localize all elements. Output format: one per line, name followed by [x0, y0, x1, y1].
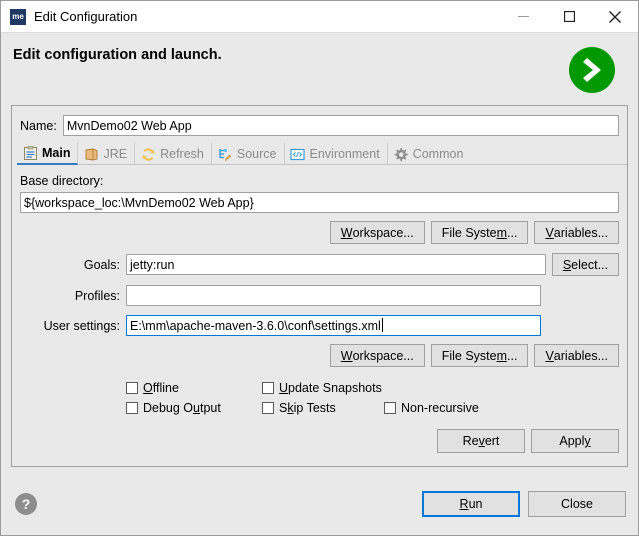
checkbox-debug-output[interactable]: Debug Output [126, 401, 248, 415]
base-directory-buttons: Workspace... File System... Variables... [20, 221, 619, 244]
checkbox-update-snapshots[interactable]: Update Snapshots [262, 381, 382, 395]
revert-apply-row: Revert Apply [12, 429, 627, 453]
header-title: Edit configuration and launch. [1, 33, 568, 63]
run-button[interactable]: Run [422, 491, 520, 517]
configuration-panel: Name: MvnDemo02 Web App Mai [11, 105, 628, 467]
maven-app-icon: me [10, 9, 26, 25]
tab-source-label: Source [237, 147, 277, 161]
edit-configuration-dialog: me Edit Configuration Edit configuration… [0, 0, 639, 536]
checkbox-offline-box[interactable] [126, 382, 138, 394]
close-button[interactable]: Close [528, 491, 626, 517]
name-input[interactable]: MvnDemo02 Web App [63, 115, 619, 136]
tab-refresh-label: Refresh [160, 147, 204, 161]
source-tree-icon [217, 146, 233, 162]
help-icon[interactable]: ? [15, 493, 37, 515]
user-settings-label: User settings: [20, 319, 120, 333]
goals-row: Goals: jetty:run Select... [20, 253, 619, 276]
main-clipboard-icon [22, 145, 38, 161]
jre-book-icon [83, 146, 99, 162]
tab-source[interactable]: Source [212, 143, 285, 165]
tab-main-label: Main [42, 146, 70, 160]
main-tab-form: Base directory: ${workspace_loc:\MvnDemo… [12, 165, 627, 415]
checkbox-offline[interactable]: Offline [126, 381, 248, 395]
checkbox-row-1: Offline Update Snapshots [126, 381, 619, 395]
checkbox-skip-tests-label: Skip Tests [279, 401, 336, 415]
tab-environment-label: Environment [310, 147, 380, 161]
checkbox-non-recursive-label: Non-recursive [401, 401, 479, 415]
tab-refresh[interactable]: Refresh [135, 143, 212, 165]
refresh-arrows-icon [140, 146, 156, 162]
base-directory-label: Base directory: [20, 174, 619, 188]
checkbox-update-snapshots-label: Update Snapshots [279, 381, 382, 395]
maximize-icon[interactable] [546, 1, 592, 32]
checkbox-debug-output-box[interactable] [126, 402, 138, 414]
user-settings-input[interactable]: E:\mm\apache-maven-3.6.0\conf\settings.x… [126, 315, 541, 336]
dialog-content: Name: MvnDemo02 Web App Mai [1, 105, 638, 473]
checkbox-debug-output-label: Debug Output [143, 401, 221, 415]
settings-workspace-button[interactable]: Workspace... [330, 344, 425, 367]
tab-environment[interactable]: Environment [285, 143, 388, 165]
goals-input[interactable]: jetty:run [126, 254, 546, 275]
goals-select-button[interactable]: Select... [552, 253, 619, 276]
user-settings-value: E:\mm\apache-maven-3.6.0\conf\settings.x… [130, 319, 381, 333]
base-file-system-button[interactable]: File System... [431, 221, 529, 244]
user-settings-buttons: Workspace... File System... Variables... [20, 344, 619, 367]
tab-common-label: Common [413, 147, 464, 161]
profiles-row: Profiles: [20, 285, 619, 306]
options-checkbox-group: Offline Update Snapshots Debug Output Sk… [126, 381, 619, 415]
title-bar: me Edit Configuration [1, 1, 638, 32]
text-caret [382, 318, 383, 332]
goals-label: Goals: [20, 258, 120, 272]
minimize-icon[interactable] [500, 1, 546, 32]
profiles-label: Profiles: [20, 289, 120, 303]
checkbox-non-recursive[interactable]: Non-recursive [384, 401, 479, 415]
tab-common[interactable]: Common [388, 143, 471, 165]
common-gear-icon [393, 146, 409, 162]
environment-code-icon [290, 146, 306, 162]
checkbox-offline-label: Offline [143, 381, 179, 395]
settings-variables-button[interactable]: Variables... [534, 344, 619, 367]
close-icon[interactable] [592, 1, 638, 32]
settings-file-system-button[interactable]: File System... [431, 344, 529, 367]
checkbox-skip-tests-box[interactable] [262, 402, 274, 414]
profiles-input[interactable] [126, 285, 541, 306]
checkbox-non-recursive-box[interactable] [384, 402, 396, 414]
footer-buttons: Run Close [422, 491, 626, 517]
window-title: Edit Configuration [34, 9, 500, 24]
apply-button[interactable]: Apply [531, 429, 619, 453]
tab-jre[interactable]: JRE [78, 143, 135, 165]
name-label: Name: [20, 119, 57, 133]
run-arrow-icon [568, 46, 616, 97]
dialog-header: Edit configuration and launch. [1, 32, 638, 105]
checkbox-update-snapshots-box[interactable] [262, 382, 274, 394]
base-variables-button[interactable]: Variables... [534, 221, 619, 244]
checkbox-skip-tests[interactable]: Skip Tests [262, 401, 370, 415]
base-workspace-button[interactable]: Workspace... [330, 221, 425, 244]
revert-button[interactable]: Revert [437, 429, 525, 453]
dialog-footer: ? Run Close [1, 473, 638, 535]
window-controls [500, 1, 638, 32]
tab-bar: Main JRE [17, 143, 627, 165]
tab-main[interactable]: Main [17, 143, 78, 165]
tab-jre-label: JRE [103, 147, 127, 161]
base-directory-input[interactable]: ${workspace_loc:\MvnDemo02 Web App} [20, 192, 619, 213]
checkbox-row-2: Debug Output Skip Tests Non-recursive [126, 401, 619, 415]
user-settings-row: User settings: E:\mm\apache-maven-3.6.0\… [20, 315, 619, 336]
name-row: Name: MvnDemo02 Web App [12, 106, 627, 136]
